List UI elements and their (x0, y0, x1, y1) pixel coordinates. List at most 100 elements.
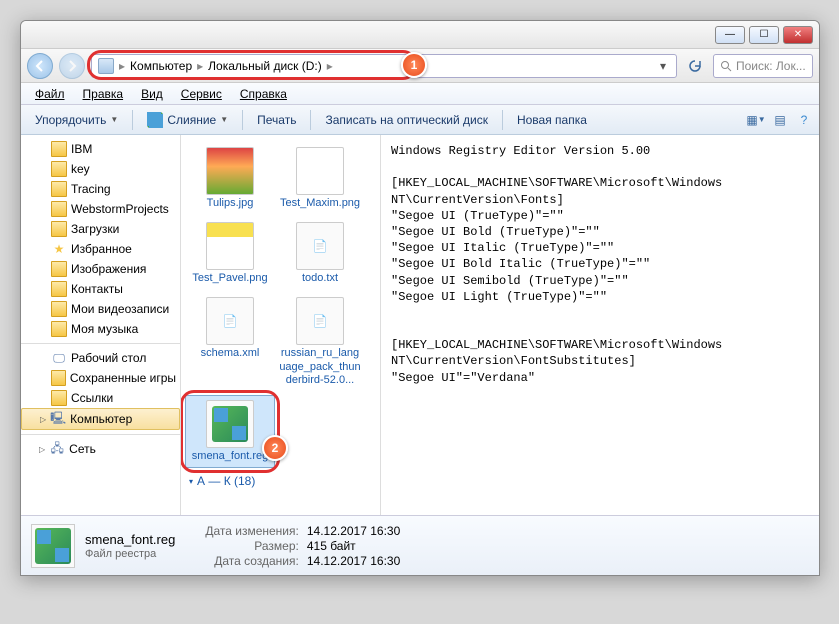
thumbnail (296, 147, 344, 195)
body: IBM key Tracing WebstormProjects Загрузк… (21, 135, 819, 515)
text-file-icon: 📄 (296, 222, 344, 270)
file-label: todo.txt (302, 272, 338, 285)
chevron-down-icon: ▼ (110, 115, 118, 124)
search-input[interactable]: Поиск: Лок... (713, 54, 813, 78)
tree-item[interactable]: Мои видеозаписи (21, 299, 180, 319)
separator (502, 110, 503, 130)
minimize-button[interactable]: — (715, 26, 745, 44)
separator (21, 434, 180, 435)
tree-sidebar[interactable]: IBM key Tracing WebstormProjects Загрузк… (21, 135, 181, 515)
help-button[interactable]: ? (795, 111, 813, 129)
toolbar: Упорядочить▼ Слияние▼ Печать Записать на… (21, 105, 819, 135)
tree-item[interactable]: Загрузки (21, 219, 180, 239)
tree-item[interactable]: Изображения (21, 259, 180, 279)
chevron-down-icon: ▼ (220, 115, 228, 124)
folder-icon (51, 370, 66, 386)
file-item-selected[interactable]: smena_font.reg 2 (185, 395, 275, 468)
refresh-icon (688, 59, 702, 73)
forward-button[interactable] (59, 53, 85, 79)
chevron-right-icon: ▸ (194, 59, 206, 73)
menu-tools[interactable]: Сервис (173, 85, 230, 103)
star-icon: ★ (51, 241, 67, 257)
folder-icon (51, 281, 67, 297)
chevron-down-icon: ▾ (189, 477, 193, 486)
close-button[interactable]: ✕ (783, 26, 813, 44)
tree-item[interactable]: Контакты (21, 279, 180, 299)
folder-icon (51, 390, 67, 406)
tree-item[interactable]: IBM (21, 139, 180, 159)
file-label: schema.xml (201, 347, 260, 360)
callout-badge-2: 2 (262, 435, 288, 461)
breadcrumb-wrap: ▸ Компьютер ▸ Локальный диск (D:) ▸ ▾ 1 (91, 54, 677, 78)
chevron-right-icon: ▸ (116, 59, 128, 73)
breadcrumb-drive[interactable]: Локальный диск (D:) (208, 59, 322, 73)
preview-pane-button[interactable]: ▤ (771, 111, 789, 129)
separator (242, 110, 243, 130)
details-pane: smena_font.reg Файл реестра Дата изменен… (21, 515, 819, 575)
arrow-left-icon (34, 60, 46, 72)
file-item[interactable]: 📄 russian_ru_language_pack_thunderbird-5… (275, 293, 365, 391)
details-filename: smena_font.reg (85, 532, 175, 547)
newfolder-button[interactable]: Новая папка (509, 110, 595, 130)
file-item[interactable]: Tulips.jpg (185, 143, 275, 214)
titlebar: — ☐ ✕ (21, 21, 819, 49)
file-item[interactable]: Test_Maxim.png (275, 143, 365, 214)
print-button[interactable]: Печать (249, 110, 304, 130)
file-item[interactable]: Test_Pavel.png (185, 218, 275, 289)
tree-item[interactable]: WebstormProjects (21, 199, 180, 219)
back-button[interactable] (27, 53, 53, 79)
organize-button[interactable]: Упорядочить▼ (27, 110, 126, 130)
thumbnail (206, 222, 254, 270)
tree-item-network[interactable]: ▷🖧Сеть (21, 439, 180, 459)
details-size-value: 415 байт (307, 539, 400, 553)
breadcrumb-dropdown[interactable]: ▾ (656, 59, 670, 73)
separator (132, 110, 133, 130)
computer-icon: 🖳 (50, 411, 66, 427)
file-icon: 📄 (296, 297, 344, 345)
maximize-button[interactable]: ☐ (749, 26, 779, 44)
details-filetype: Файл реестра (85, 548, 175, 560)
xml-file-icon: 📄 (206, 297, 254, 345)
menu-help[interactable]: Справка (232, 85, 295, 103)
view-options-button[interactable]: ▦ ▼ (747, 111, 765, 129)
expand-icon: ▷ (40, 415, 46, 424)
file-label: russian_ru_language_pack_thunderbird-52.… (279, 347, 361, 387)
callout-badge-1: 1 (401, 52, 427, 78)
refresh-button[interactable] (683, 54, 707, 78)
preview-pane: Windows Registry Editor Version 5.00 [HK… (381, 135, 819, 515)
address-bar[interactable]: ▸ Компьютер ▸ Локальный диск (D:) ▸ ▾ (91, 54, 677, 78)
file-label: Test_Pavel.png (192, 272, 267, 285)
tree-item[interactable]: key (21, 159, 180, 179)
menu-edit[interactable]: Правка (75, 85, 132, 103)
tree-item[interactable]: Tracing (21, 179, 180, 199)
tree-item[interactable]: ★Избранное (21, 239, 180, 259)
folder-icon (51, 321, 67, 337)
tree-item[interactable]: Сохраненные игры (21, 368, 180, 388)
reg-file-icon (206, 400, 254, 448)
desktop-icon: 🖵 (51, 350, 67, 366)
file-item[interactable]: 📄 schema.xml (185, 293, 275, 391)
tree-item[interactable]: Ссылки (21, 388, 180, 408)
details-created-value: 14.12.2017 16:30 (307, 554, 400, 568)
drive-icon (98, 58, 114, 74)
network-icon: 🖧 (49, 441, 65, 457)
merge-icon (147, 112, 163, 128)
burn-button[interactable]: Записать на оптический диск (317, 110, 496, 130)
search-icon (720, 60, 732, 72)
tree-item[interactable]: Моя музыка (21, 319, 180, 339)
menu-file[interactable]: Файл (27, 85, 73, 103)
expand-icon: ▷ (39, 445, 45, 454)
file-item[interactable]: 📄 todo.txt (275, 218, 365, 289)
merge-button[interactable]: Слияние▼ (139, 109, 236, 131)
breadcrumb-computer[interactable]: Компьютер (130, 59, 192, 73)
navbar: ▸ Компьютер ▸ Локальный диск (D:) ▸ ▾ 1 … (21, 49, 819, 83)
group-header[interactable]: ▾А — К (18) (185, 472, 376, 490)
tree-item-computer[interactable]: ▷🖳Компьютер (21, 408, 180, 430)
details-size-label: Размер: (205, 539, 299, 553)
details-created-label: Дата создания: (205, 554, 299, 568)
file-grid[interactable]: Tulips.jpg Test_Maxim.png Test_Pavel.png… (181, 135, 381, 515)
arrow-right-icon (66, 60, 78, 72)
tree-item[interactable]: 🖵Рабочий стол (21, 348, 180, 368)
menu-view[interactable]: Вид (133, 85, 171, 103)
folder-icon (51, 161, 67, 177)
